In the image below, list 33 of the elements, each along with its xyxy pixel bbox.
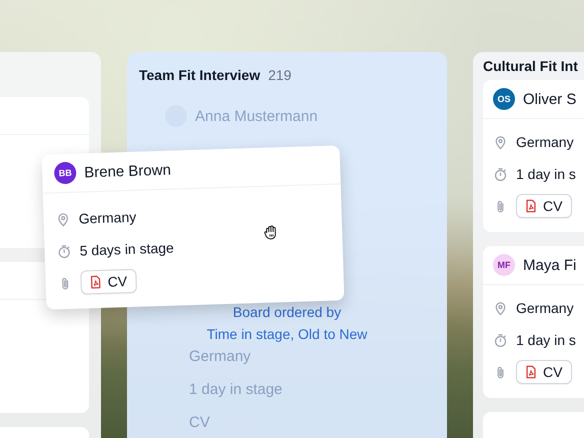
time-in-stage: 1 day in s [516, 166, 576, 182]
column-title: Cultural Fit Int [483, 58, 578, 74]
pdf-file-icon [524, 365, 538, 379]
pdf-file-icon [88, 274, 103, 290]
candidate-name: Brene Brown [84, 161, 172, 181]
time-in-stage: 1 day in s [516, 332, 576, 348]
candidate-name: Anna Mustermann [195, 108, 318, 124]
avatar-initials: MF [493, 254, 515, 276]
candidate-location: Germany [189, 348, 251, 365]
cv-attachment-button[interactable]: CV [516, 360, 572, 384]
time-in-stage: 5 days in stage [79, 240, 174, 259]
cv-attachment-button[interactable]: CV [516, 194, 572, 218]
attachment-name: CV [189, 414, 210, 431]
stopwatch-icon [56, 243, 72, 259]
candidate-name: Oliver S [523, 90, 576, 108]
column-title: Team Fit Interview [139, 66, 260, 82]
candidate-count: 219 [268, 66, 292, 82]
time-in-stage: 1 day in stage [189, 381, 282, 398]
sort-order-note: Time in stage, Old to New [206, 326, 368, 342]
avatar-initials: BB [54, 162, 77, 184]
pdf-file-icon [524, 199, 538, 213]
location-pin-icon [493, 134, 508, 150]
candidate-card[interactable]: OS Oliver S Germany 1 day in s CV [483, 80, 584, 232]
stopwatch-icon [493, 166, 508, 182]
location-pin-icon [493, 300, 508, 316]
candidate-location: Germany [78, 208, 136, 227]
candidate-location: Germany [516, 300, 574, 316]
candidate-name: Maya Fi [523, 256, 576, 274]
avatar-initials: OS [493, 88, 515, 110]
cv-attachment-button[interactable]: CV [80, 268, 138, 295]
stopwatch-icon [493, 332, 508, 348]
candidate-card[interactable]: MF Maya Fi Germany 1 day in s CV [483, 246, 584, 398]
candidate-location: Germany [516, 134, 574, 150]
